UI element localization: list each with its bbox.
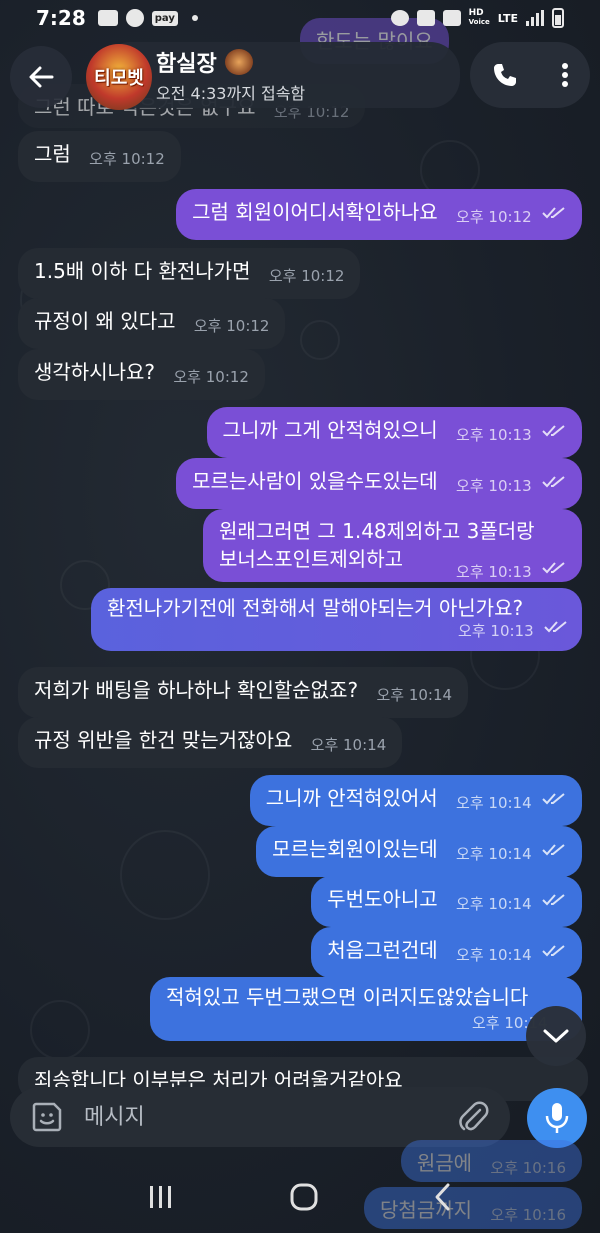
double-check-icon: [542, 793, 565, 805]
last-seen-status: 오전 4:33까지 접속함: [156, 84, 306, 103]
app-b-icon: [125, 9, 144, 27]
double-check-icon: [542, 476, 565, 488]
message-text: 그니까 그게 안적혀있으니: [222, 418, 438, 442]
message-outgoing[interactable]: 적혀있고 두번그랬으면 이러지도않았습니다 오후 10:14: [150, 977, 582, 1041]
message-time: 오후 10:13: [456, 563, 532, 581]
gallery-icon: [97, 10, 118, 26]
message-time: 오후 10:14: [456, 946, 532, 964]
message-time: 오후 10:13: [458, 622, 534, 640]
message-outgoing[interactable]: 처음그런건데 오후 10:14: [311, 927, 582, 978]
message-time: 오후 10:14: [456, 895, 532, 913]
alarm-icon: [390, 10, 409, 26]
avatar[interactable]: 티모벳: [86, 44, 152, 110]
message-text: 그럼 회원이어디서확인하나요: [192, 200, 438, 224]
message-outgoing[interactable]: 모르는회원이있는데 오후 10:14: [256, 826, 582, 877]
pay-icon: pay: [151, 10, 178, 26]
system-nav-bar: [0, 1160, 600, 1233]
hd-voice-icon: HD Voice: [469, 9, 490, 27]
status-time: 7:28: [36, 6, 86, 30]
message-text: 생각하시나요?: [34, 360, 156, 384]
microphone-icon: [545, 1103, 569, 1133]
back-button[interactable]: [10, 46, 72, 108]
status-bar: 7:28 pay HD Voice LTE: [0, 0, 600, 36]
double-check-icon: [544, 621, 567, 633]
message-time: 오후 10:14: [376, 686, 453, 704]
message-outgoing[interactable]: 그니까 안적혀있어서 오후 10:14: [249, 775, 582, 826]
message-time: 오후 10:14: [456, 845, 532, 863]
message-text: 처음그런건데: [327, 938, 438, 962]
double-check-icon: [542, 207, 565, 219]
message-text: 저희가 배팅을 하나하나 확인할순없죠?: [34, 678, 359, 702]
recycle-icon: [442, 10, 461, 26]
status-right: HD Voice LTE: [390, 8, 564, 28]
message-time: 오후 10:13: [456, 426, 532, 444]
message-text: 그니까 안적혀있어서: [265, 786, 438, 810]
paperclip-icon[interactable]: [456, 1100, 490, 1134]
message-outgoing[interactable]: 모르는사람이 있을수도있는데 오후 10:13: [176, 458, 582, 509]
message-text: 모르는사람이 있을수도있는데: [192, 469, 438, 493]
message-outgoing[interactable]: 그니까 그게 안적혀있으니 오후 10:13: [206, 407, 582, 458]
battery-icon: [552, 8, 564, 28]
message-time: 오후 10:12: [456, 208, 532, 226]
message-incoming[interactable]: 생각하시나요? 오후 10:12: [18, 349, 265, 400]
message-time: 오후 10:12: [193, 317, 270, 335]
chevron-down-icon: [543, 1029, 569, 1043]
message-text-line1: 원래그러면 그 1.48제외하고 3폴더랑: [219, 519, 535, 543]
avatar-logo-text: 티모벳: [94, 68, 144, 89]
home-icon[interactable]: [289, 1182, 319, 1212]
message-outgoing[interactable]: 환전나가기전에 전화해서 말해야되는거 아닌가요? 오후 10:13: [91, 588, 582, 651]
message-text: 그럼: [34, 142, 71, 166]
phone-icon[interactable]: [490, 60, 520, 90]
message-outgoing[interactable]: 그럼 회원이어디서확인하나요 오후 10:12: [176, 189, 582, 240]
message-outgoing[interactable]: 원래그러면 그 1.48제외하고 3폴더랑 보너스포인트제외하고 오후 10:1…: [203, 509, 582, 582]
message-text: 규정이 왜 있다고: [34, 309, 176, 333]
message-input[interactable]: [84, 1104, 444, 1130]
message-time: 오후 10:12: [173, 368, 249, 386]
double-check-icon: [542, 945, 565, 957]
message-incoming[interactable]: 그럼 오후 10:12: [18, 131, 181, 182]
message-incoming[interactable]: 저희가 배팅을 하나하나 확인할순없죠? 오후 10:14: [18, 667, 469, 718]
message-incoming[interactable]: 1.5배 이하 다 환전나가면 오후 10:12: [18, 248, 361, 299]
more-vertical-icon[interactable]: [560, 60, 570, 90]
message-time: 오후 10:12: [268, 267, 345, 285]
message-time: 오후 10:12: [89, 150, 165, 168]
back-nav-icon[interactable]: [433, 1182, 453, 1212]
signal-icon: [526, 10, 544, 26]
double-check-icon: [542, 844, 565, 856]
message-text-line2: 보너스포인트제외하고: [219, 547, 403, 571]
header-actions: [470, 42, 590, 108]
double-check-icon: [542, 562, 565, 574]
message-outgoing[interactable]: 두번도아니고 오후 10:14: [311, 876, 582, 927]
scroll-down-button[interactable]: [526, 1006, 586, 1066]
message-time: 오후 10:14: [456, 794, 532, 812]
avatar-emoji-icon: [224, 49, 253, 75]
message-incoming[interactable]: 규정 위반을 한건 맞는거잖아요 오후 10:14: [18, 717, 403, 768]
double-check-icon: [542, 425, 565, 437]
message-text: 모르는회원이있는데: [272, 837, 438, 861]
notification-dot-icon: [191, 15, 198, 21]
message-incoming[interactable]: 규정이 왜 있다고 오후 10:12: [18, 298, 286, 349]
message-time: 오후 10:14: [310, 736, 387, 754]
message-time: 오후 10:13: [456, 477, 532, 495]
lte-icon: LTE: [497, 11, 518, 25]
voice-label: Voice: [468, 18, 490, 26]
sticker-icon[interactable]: [30, 1100, 64, 1134]
chat-header: 함실장 오전 4:33까지 접속함 티모벳: [0, 36, 600, 122]
hd-label: HD: [468, 8, 484, 18]
mute-icon: [416, 10, 435, 26]
chat-title: 함실장: [156, 46, 460, 78]
message-text: 규정 위반을 한건 맞는거잖아요: [34, 728, 293, 752]
message-composer: [10, 1087, 510, 1147]
arrow-left-icon: [29, 66, 54, 88]
chat-title-text: 함실장: [156, 52, 217, 77]
message-text: 두번도아니고: [327, 887, 438, 911]
recent-apps-icon[interactable]: [147, 1184, 175, 1210]
mic-button[interactable]: [527, 1088, 587, 1148]
chat-title-block[interactable]: 함실장 오전 4:33까지 접속함: [100, 42, 460, 108]
message-text: 1.5배 이하 다 환전나가면: [34, 259, 251, 283]
double-check-icon: [542, 894, 565, 906]
